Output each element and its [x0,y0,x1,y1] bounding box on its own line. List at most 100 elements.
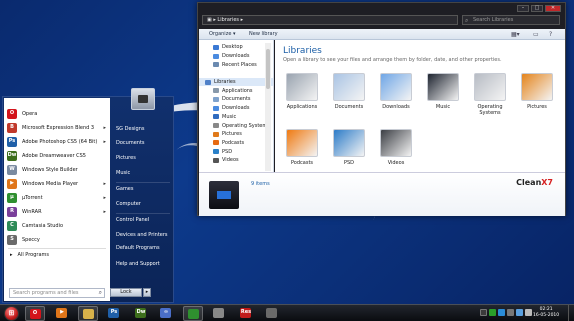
breadcrumb-chevron-icon[interactable]: ▸ [239,17,244,23]
start-link[interactable]: Computer [116,201,141,207]
organize-button[interactable]: Organize ▾ [209,31,236,37]
start-link[interactable]: Devices and Printers [116,232,168,238]
program-item[interactable]: ▶ Windows Media Player ▸ [4,177,110,191]
taskbar-app-button[interactable] [262,306,282,321]
library-tile[interactable]: Documents [326,73,372,110]
maximize-button[interactable]: □ [531,5,543,12]
program-item[interactable]: R WinRAR ▸ [4,205,110,219]
nav-scrollbar[interactable] [265,43,271,171]
program-item[interactable]: µ µTorrent ▸ [4,191,110,205]
start-link[interactable]: Games [116,186,134,192]
preview-pane-icon[interactable]: ▭ [533,31,539,38]
nav-item[interactable]: Recent Places [199,60,273,69]
library-tile-label: Videos [387,160,405,166]
submenu-arrow-icon[interactable]: ▸ [103,181,106,187]
breadcrumb[interactable]: Libraries [217,17,239,23]
taskbar-app-button[interactable] [209,306,229,321]
nav-item[interactable]: PSD [199,147,273,156]
nav-item[interactable]: Downloads [199,52,273,61]
theme-brand: CleanX7 [516,178,553,187]
divider [116,213,170,214]
library-tile[interactable]: PSD [326,129,372,166]
nav-item[interactable]: Music [199,113,273,122]
lock-button[interactable]: Lock [110,288,142,297]
program-item[interactable]: B Microsoft Expression Blend 3 ▸ [4,121,110,135]
submenu-arrow-icon[interactable]: ▸ [103,125,106,131]
app-icon: Ps [7,137,17,147]
library-tile[interactable]: Podcasts [279,129,325,166]
explorer-window[interactable]: – □ ✕ ▣ ▸ Libraries ▸ ⌕ Search Libraries… [197,2,566,216]
library-tile[interactable]: Operating Systems [467,73,513,116]
nav-item[interactable]: Documents [199,95,273,104]
library-icon [474,73,506,101]
all-programs-button[interactable]: ▸ All Programs [4,250,110,260]
start-link[interactable]: Default Programs [116,245,160,251]
new-library-button[interactable]: New library [249,31,278,37]
submenu-arrow-icon[interactable]: ▸ [103,209,106,215]
taskbar-app-button[interactable] [183,306,203,321]
tray-icon[interactable] [480,309,487,316]
view-options-icon[interactable]: ▦▾ [511,31,520,38]
arrow-right-icon: ▸ [10,252,13,258]
nav-item-label: Music [222,113,237,120]
taskbar-app-button[interactable]: Ps [104,306,124,321]
start-button[interactable]: ⊞ [4,306,19,321]
start-link[interactable]: Music [116,170,130,176]
volume-icon[interactable] [525,309,532,316]
nav-item[interactable]: Downloads [199,104,273,113]
search-icon: ⌕ [98,289,102,296]
nav-item[interactable]: Libraries [199,77,273,87]
taskbar-app-button[interactable]: ∞ [156,306,176,321]
nav-item[interactable]: Desktop [199,43,273,52]
close-button[interactable]: ✕ [545,5,561,12]
program-item[interactable]: S Speccy [4,233,110,247]
address-bar[interactable]: ▣ ▸ Libraries ▸ [202,15,458,25]
start-link[interactable]: Help and Support [116,261,160,267]
library-tile[interactable]: Downloads [373,73,419,110]
nav-item[interactable]: Pictures [199,130,273,139]
details-pane: 9 items CleanX7 [199,172,565,216]
minimize-button[interactable]: – [517,5,529,12]
library-tile[interactable]: Applications [279,73,325,110]
nav-item[interactable]: Videos [199,156,273,165]
nav-item[interactable]: Applications [199,86,273,95]
folder-icon: ▣ ▸ [207,17,218,23]
tray-icon[interactable] [507,309,514,316]
search-input[interactable]: ⌕ Search Libraries [462,15,560,25]
program-item[interactable]: Ps Adobe Photoshop CS5 (64 Bit) ▸ [4,135,110,149]
submenu-arrow-icon[interactable]: ▸ [103,195,106,201]
chevron-right-icon[interactable]: ▸ [143,288,151,297]
nav-item[interactable]: Operating Systems [199,121,273,130]
network-icon[interactable] [516,309,523,316]
taskbar-app-button[interactable] [78,306,98,321]
nav-item[interactable]: Podcasts [199,139,273,148]
start-link[interactable]: Documents [116,140,145,146]
taskbar-app-button[interactable]: Dw [131,306,151,321]
program-item[interactable]: W Windows Style Builder [4,163,110,177]
user-avatar[interactable] [131,88,155,110]
library-tile-label: Operating Systems [477,104,503,116]
taskbar-app-button[interactable]: O [25,306,45,321]
page-title: Libraries [283,46,322,56]
start-link[interactable]: Control Panel [116,217,149,223]
app-icon [83,309,94,319]
library-tile[interactable]: Videos [373,129,419,166]
clock[interactable]: 02:21 16-05-2010 [533,307,559,319]
start-search-input[interactable]: Search programs and files ⌕ [9,288,105,298]
scrollbar-thumb[interactable] [266,49,270,89]
app-icon: R [7,207,17,217]
start-link[interactable]: Pictures [116,155,136,161]
program-item[interactable]: O Opera [4,107,110,121]
tray-icon[interactable] [489,309,496,316]
program-item[interactable]: C Camtasia Studio [4,219,110,233]
taskbar-app-button[interactable]: Res [236,306,256,321]
start-link[interactable]: SG Designs [116,126,145,132]
library-tile[interactable]: Music [420,73,466,110]
program-item[interactable]: Dw Adobe Dreamweaver CS5 [4,149,110,163]
tray-icon[interactable] [498,309,505,316]
help-icon[interactable]: ? [549,31,552,38]
show-desktop-button[interactable] [568,305,574,321]
taskbar-app-button[interactable]: ▶ [52,306,72,321]
library-tile[interactable]: Pictures [514,73,560,110]
submenu-arrow-icon[interactable]: ▸ [103,139,106,145]
